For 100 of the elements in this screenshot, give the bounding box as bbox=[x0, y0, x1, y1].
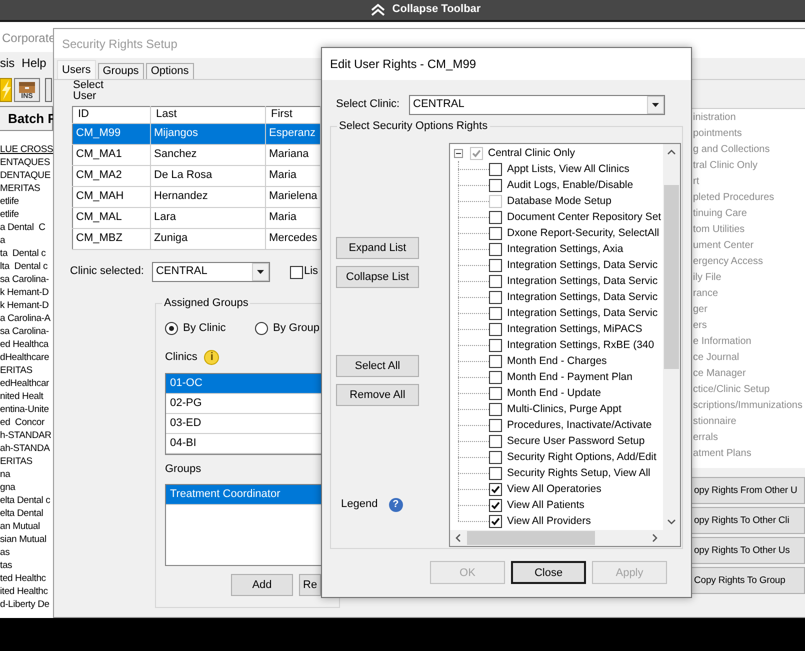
list-item[interactable]: k Hemant-D bbox=[0, 286, 53, 299]
list-item[interactable]: etlife bbox=[0, 208, 53, 221]
table-cell[interactable]: Hernandez bbox=[150, 186, 266, 208]
list-item[interactable]: sa Carolina- bbox=[0, 325, 53, 338]
field-label: Select User bbox=[73, 80, 105, 102]
list-item[interactable]: as bbox=[0, 546, 53, 559]
table-cell[interactable]: Esperanz bbox=[266, 124, 320, 144]
copy-rights-button[interactable]: opy Rights To Other Cli bbox=[692, 507, 805, 534]
list-item[interactable]: MERITAS bbox=[0, 182, 53, 195]
table-cell[interactable]: CM_M99 bbox=[72, 124, 150, 144]
table-cell[interactable]: Lara bbox=[150, 208, 266, 228]
list-item[interactable]: tom Utilities bbox=[692, 222, 805, 238]
dialog-title: Edit User Rights - CM_M99 bbox=[330, 57, 476, 71]
list-item[interactable]: sian Mutual bbox=[0, 533, 53, 546]
scrollbar-thumb[interactable] bbox=[467, 531, 595, 545]
list-item[interactable]: tinuing Care bbox=[692, 206, 805, 222]
tab[interactable]: Users bbox=[57, 60, 96, 79]
selection-button[interactable]: Remove All bbox=[336, 384, 419, 406]
list-item[interactable]: a Carolina-A bbox=[0, 312, 53, 325]
list-item[interactable]: dHealthcare bbox=[0, 351, 53, 364]
list-item[interactable]: ed Healthca bbox=[0, 338, 53, 351]
help-icon[interactable]: ? bbox=[388, 498, 403, 512]
menu-item[interactable]: sis bbox=[0, 56, 15, 70]
list-item[interactable]: ited Healthc bbox=[0, 585, 53, 598]
list-item[interactable]: ers bbox=[692, 318, 805, 334]
table-cell[interactable]: Sanchez bbox=[150, 144, 266, 166]
list-item[interactable]: 01-OC bbox=[166, 374, 324, 394]
table-cell[interactable]: CM_MAL bbox=[72, 208, 150, 228]
list-item[interactable]: ah-STANDA bbox=[0, 442, 53, 455]
copy-rights-button[interactable]: opy Rights From Other U bbox=[692, 477, 805, 504]
tree-view[interactable] bbox=[449, 143, 681, 547]
list-item[interactable]: ument Center bbox=[692, 238, 805, 254]
radio-button[interactable] bbox=[255, 322, 268, 336]
list-item[interactable]: gna bbox=[0, 481, 53, 494]
button[interactable]: Re bbox=[299, 574, 321, 596]
box-icon bbox=[17, 81, 37, 93]
list-item[interactable]: tral Clinic Only bbox=[692, 158, 805, 174]
tab[interactable]: Options bbox=[146, 63, 194, 79]
list-item[interactable]: ted Healthc bbox=[0, 572, 53, 585]
list-item[interactable]: ERITAS bbox=[0, 455, 53, 468]
list-item[interactable]: a Dental C bbox=[0, 221, 53, 234]
scrollbar[interactable] bbox=[663, 144, 680, 530]
list-item[interactable]: LUE CROSS bbox=[0, 143, 53, 156]
table-cell[interactable]: Zuniga bbox=[150, 228, 266, 250]
list-item[interactable]: ta Dental c bbox=[0, 247, 53, 260]
list-item[interactable]: entina-Unite bbox=[0, 403, 53, 416]
radio-button[interactable] bbox=[165, 322, 178, 336]
list-item[interactable]: errals bbox=[692, 430, 805, 446]
list-button[interactable]: Expand List bbox=[336, 237, 419, 259]
toolbar-icon[interactable] bbox=[42, 78, 52, 102]
add-button[interactable]: Add bbox=[231, 574, 293, 596]
table-cell[interactable]: CM_MA2 bbox=[72, 166, 150, 186]
scrollbar-thumb[interactable] bbox=[664, 185, 679, 369]
selection-button[interactable]: Select All bbox=[336, 355, 419, 377]
info-icon[interactable]: i bbox=[204, 350, 220, 366]
chevron-up-icon[interactable] bbox=[370, 3, 386, 17]
list-item[interactable]: ger bbox=[692, 302, 805, 318]
list-item[interactable]: ce Manager bbox=[692, 366, 805, 382]
list-item[interactable]: k Hemant-D bbox=[0, 299, 53, 312]
list-item[interactable]: an Mutual bbox=[0, 520, 53, 533]
tab[interactable]: Groups bbox=[98, 63, 144, 79]
group-box-title: Select Security Options Rights bbox=[337, 120, 490, 133]
lightning-icon[interactable] bbox=[0, 78, 12, 102]
table-cell[interactable]: Mijangos bbox=[150, 124, 266, 144]
table-cell[interactable]: CM_MAH bbox=[72, 186, 150, 208]
list-item[interactable]: ed Concor bbox=[0, 416, 53, 429]
table-cell[interactable]: CM_MA1 bbox=[72, 144, 150, 166]
clinic-dropdown[interactable]: CENTRAL bbox=[409, 94, 665, 114]
list-item[interactable]: atment Plans bbox=[692, 446, 805, 462]
list-item[interactable]: d-Liberty De bbox=[0, 598, 53, 611]
copy-rights-button[interactable]: Copy Rights To Group bbox=[692, 567, 805, 594]
list-item[interactable]: elta Dental c bbox=[0, 494, 53, 507]
list-item[interactable]: a bbox=[0, 234, 53, 247]
checkbox[interactable] bbox=[290, 266, 303, 278]
list-item[interactable]: nited Healt bbox=[0, 390, 53, 403]
clinic-dropdown[interactable]: CENTRAL bbox=[152, 262, 270, 282]
collapse-toolbar-label[interactable]: Collapse Toolbar bbox=[392, 3, 481, 17]
list-item[interactable]: pleted Procedures bbox=[692, 190, 805, 206]
list-item[interactable]: DENTAQUE bbox=[0, 169, 53, 182]
list-button[interactable]: Collapse List bbox=[336, 266, 419, 288]
dialog-button[interactable]: Close bbox=[511, 561, 586, 584]
list-item[interactable]: elta Dental bbox=[0, 507, 53, 520]
menu-item[interactable]: Help bbox=[22, 56, 46, 70]
list-item[interactable]: Treatment Coordinator bbox=[166, 485, 324, 506]
list-item[interactable]: ce Journal bbox=[692, 350, 805, 366]
list-item[interactable]: ENTAQUES bbox=[0, 156, 53, 169]
copy-rights-button[interactable]: opy Rights To Other Us bbox=[692, 537, 805, 564]
list-item[interactable]: etlife bbox=[0, 195, 53, 208]
list-item[interactable]: ERITAS bbox=[0, 364, 53, 377]
list-item[interactable]: tas bbox=[0, 559, 53, 572]
list-item[interactable]: h-STANDAR bbox=[0, 429, 53, 442]
list-item[interactable]: na bbox=[0, 468, 53, 481]
list-item[interactable]: sa Carolina- bbox=[0, 273, 53, 286]
table-cell[interactable]: De La Rosa bbox=[150, 166, 266, 186]
table-cell[interactable]: CM_MBZ bbox=[72, 228, 150, 250]
list-item[interactable]: ily File bbox=[692, 270, 805, 286]
list-item[interactable]: rance bbox=[692, 286, 805, 302]
list-item[interactable]: edHealthcar bbox=[0, 377, 53, 390]
list-item[interactable]: lta Dental c bbox=[0, 260, 53, 273]
list-item[interactable]: ergency Access bbox=[692, 254, 805, 270]
